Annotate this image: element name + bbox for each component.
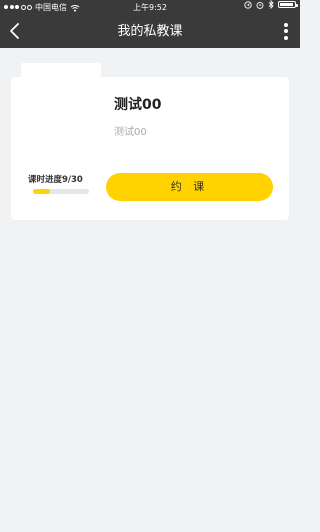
book-class-button[interactable]: 约 课 [106, 173, 273, 201]
progress-bar [33, 189, 89, 194]
battery-icon [278, 1, 298, 8]
more-button[interactable] [278, 20, 294, 42]
app-header: 中国电信 上午9:52 我的私教课 [0, 0, 300, 48]
more-vertical-icon [284, 22, 288, 27]
course-card[interactable]: 测试00 测试00 课时进度9/30 约 课 [11, 63, 289, 220]
course-name: 测试00 [114, 97, 162, 113]
title-bar: 我的私教课 [0, 15, 300, 48]
course-description: 测试00 [114, 127, 147, 138]
bluetooth-icon [268, 0, 274, 9]
course-thumbnail [21, 63, 101, 153]
location-icon [244, 0, 252, 9]
progress-fill [33, 189, 50, 194]
page-title: 我的私教课 [117, 24, 183, 39]
alarm-icon [256, 1, 264, 9]
progress-label: 课时进度9/30 [28, 175, 83, 185]
status-bar: 中国电信 上午9:52 [0, 0, 300, 15]
status-right [244, 0, 298, 9]
